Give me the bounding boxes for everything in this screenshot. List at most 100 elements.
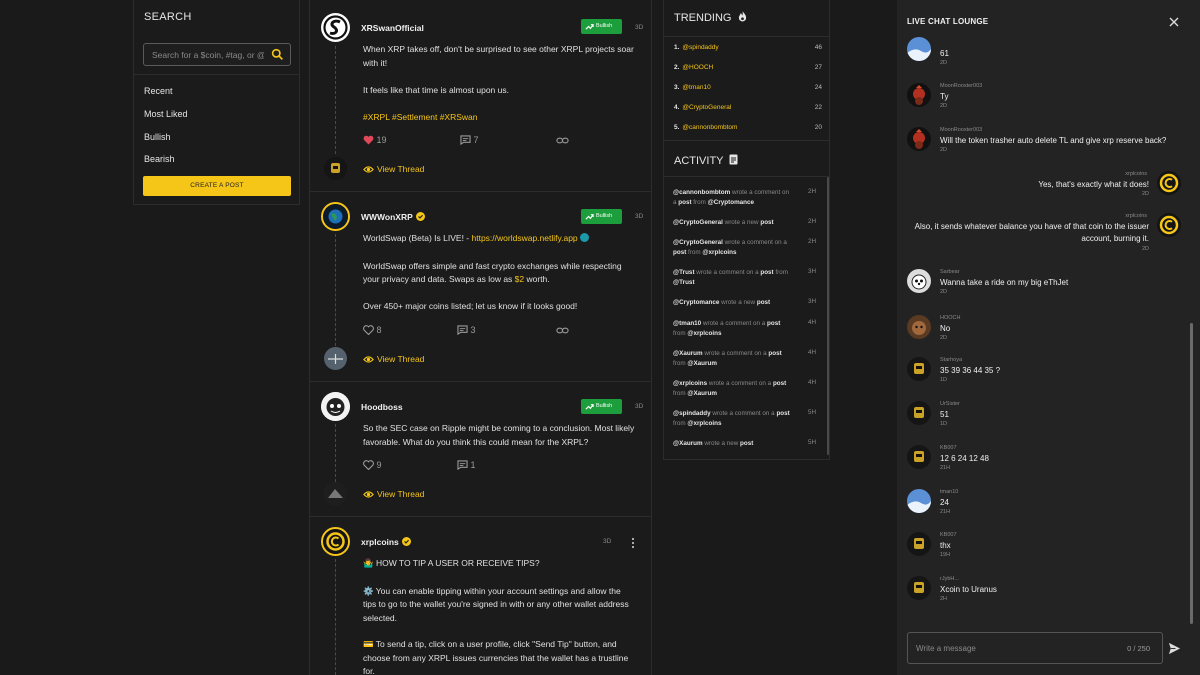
search-icon[interactable]	[271, 48, 284, 61]
chat-scrollbar[interactable]	[1190, 323, 1193, 624]
chat-username[interactable]: HOOCH	[940, 315, 960, 321]
activity-scrollbar[interactable]	[827, 177, 829, 455]
like-button[interactable]: 9	[363, 460, 382, 471]
avatar[interactable]	[321, 202, 350, 231]
activity-item[interactable]: @cannonbombtom wrote a comment on a post…	[673, 188, 793, 208]
activity-link[interactable]: @Trust	[673, 279, 695, 286]
post-username[interactable]: WWWonXRP	[361, 212, 413, 222]
trending-item[interactable]: 5. @cannonbombtom 20	[674, 124, 822, 136]
view-thread-link[interactable]: View Thread	[363, 354, 424, 364]
filter-recent[interactable]: Recent	[144, 86, 173, 96]
chat-username[interactable]: UrSister	[940, 401, 960, 407]
view-thread-link[interactable]: View Thread	[363, 164, 424, 174]
send-icon[interactable]	[1168, 642, 1181, 655]
avatar[interactable]	[907, 269, 931, 293]
comment-button[interactable]: 1	[457, 460, 476, 471]
activity-item[interactable]: @xrplcoins wrote a comment on a post fro…	[673, 379, 793, 399]
avatar[interactable]	[907, 83, 931, 107]
avatar[interactable]	[907, 576, 931, 600]
avatar[interactable]	[907, 357, 931, 381]
chat-username[interactable]: KB007	[940, 532, 957, 538]
activity-item[interactable]: @Cryptomance wrote a new post	[673, 298, 793, 308]
avatar[interactable]	[1157, 213, 1181, 237]
post-username[interactable]: XRSwanOfficial	[361, 23, 424, 33]
avatar[interactable]	[907, 37, 931, 61]
comment-button[interactable]: 7	[460, 135, 479, 146]
activity-link[interactable]: post	[776, 410, 789, 417]
avatar[interactable]	[321, 527, 350, 556]
activity-link[interactable]: post	[768, 350, 781, 357]
trending-user[interactable]: @CryptoGeneral	[682, 104, 731, 111]
activity-link[interactable]: @xrplcoins	[687, 330, 721, 337]
chat-message-input[interactable]	[908, 633, 1108, 663]
search-input[interactable]	[144, 44, 264, 65]
trending-user[interactable]: @tman10	[682, 84, 710, 91]
activity-link[interactable]: @xrplcoins	[687, 420, 721, 427]
activity-item[interactable]: @Xaurum wrote a new post	[673, 439, 793, 449]
chat-username[interactable]: Sarbear	[940, 269, 960, 275]
chat-username[interactable]: MoonRooster003	[940, 83, 982, 89]
avatar[interactable]	[907, 315, 931, 339]
activity-item[interactable]: @CryptoGeneral wrote a comment on a post…	[673, 238, 793, 258]
view-thread-link[interactable]: View Thread	[363, 489, 424, 499]
chat-username[interactable]: KB007	[940, 445, 957, 451]
trending-item[interactable]: 4. @CryptoGeneral 22	[674, 104, 822, 116]
trending-user[interactable]: @cannonbombtom	[682, 124, 737, 131]
avatar[interactable]	[321, 392, 350, 421]
activity-link[interactable]: @Xaurum	[673, 350, 703, 357]
post-link[interactable]: https://worldswap.netlify.app	[472, 233, 578, 243]
activity-link[interactable]: post	[678, 199, 691, 206]
chat-username[interactable]: xrplcoins	[1125, 171, 1147, 177]
chat-username[interactable]: tman10	[940, 489, 958, 495]
activity-item[interactable]: @spindaddy wrote a comment on a post fro…	[673, 409, 793, 429]
activity-link[interactable]: @spindaddy	[673, 410, 711, 417]
activity-link[interactable]: @cannonbombtom	[673, 189, 730, 196]
close-icon[interactable]	[1168, 16, 1180, 28]
activity-link[interactable]: @xrplcoins	[702, 249, 736, 256]
activity-link[interactable]: @CryptoGeneral	[673, 239, 723, 246]
like-button[interactable]: 19	[363, 135, 387, 145]
activity-item[interactable]: @Xaurum wrote a comment on a post from @…	[673, 349, 793, 369]
activity-link[interactable]: @Xaurum	[687, 360, 717, 367]
activity-link[interactable]: @Xaurum	[673, 440, 703, 447]
trending-item[interactable]: 2. @HOOCH 27	[674, 64, 822, 76]
reply-avatar[interactable]	[324, 482, 347, 505]
post-username[interactable]: Hoodboss	[361, 402, 403, 412]
activity-link[interactable]: @Trust	[673, 269, 695, 276]
activity-link[interactable]: post	[760, 269, 773, 276]
activity-link[interactable]: @CryptoGeneral	[673, 219, 723, 226]
activity-link[interactable]: @Cryptomance	[673, 299, 719, 306]
trending-item[interactable]: 3. @tman10 24	[674, 84, 822, 96]
reply-avatar[interactable]	[324, 157, 347, 180]
activity-item[interactable]: @tman10 wrote a comment on a post from @…	[673, 319, 793, 339]
avatar[interactable]	[907, 127, 931, 151]
filter-most-liked[interactable]: Most Liked	[144, 109, 188, 119]
chat-username[interactable]: Starhoya	[940, 357, 962, 363]
avatar[interactable]	[907, 445, 931, 469]
activity-link[interactable]: post	[767, 320, 780, 327]
chat-input-box[interactable]: 0 / 250	[907, 632, 1163, 664]
create-post-button[interactable]: CREATE A POST	[143, 176, 291, 196]
avatar[interactable]	[321, 13, 350, 42]
chat-username[interactable]: rJybH...	[940, 576, 959, 582]
trending-user[interactable]: @HOOCH	[682, 64, 713, 71]
activity-link[interactable]: @Xaurum	[687, 390, 717, 397]
activity-item[interactable]: @CryptoGeneral wrote a new post	[673, 218, 793, 228]
activity-link[interactable]: post	[740, 440, 753, 447]
activity-link[interactable]: post	[757, 299, 770, 306]
search-box[interactable]	[143, 43, 291, 66]
activity-item[interactable]: @Trust wrote a comment on a post from @T…	[673, 268, 793, 288]
chat-username[interactable]: xrplcoins	[1125, 213, 1147, 219]
filter-bearish[interactable]: Bearish	[144, 154, 175, 164]
reply-avatar[interactable]	[324, 347, 347, 370]
post-tags[interactable]: #XRPL #Settlement #XRSwan	[363, 111, 635, 125]
activity-link[interactable]: post	[760, 219, 773, 226]
avatar[interactable]	[1157, 171, 1181, 195]
trending-item[interactable]: 1. @spindaddy 46	[674, 44, 822, 56]
chat-username[interactable]: MoonRooster003	[940, 127, 982, 133]
activity-link[interactable]: post	[673, 249, 686, 256]
share-link-button[interactable]	[556, 135, 569, 145]
activity-link[interactable]: post	[773, 380, 786, 387]
trending-user[interactable]: @spindaddy	[682, 44, 718, 51]
filter-bullish[interactable]: Bullish	[144, 132, 171, 142]
